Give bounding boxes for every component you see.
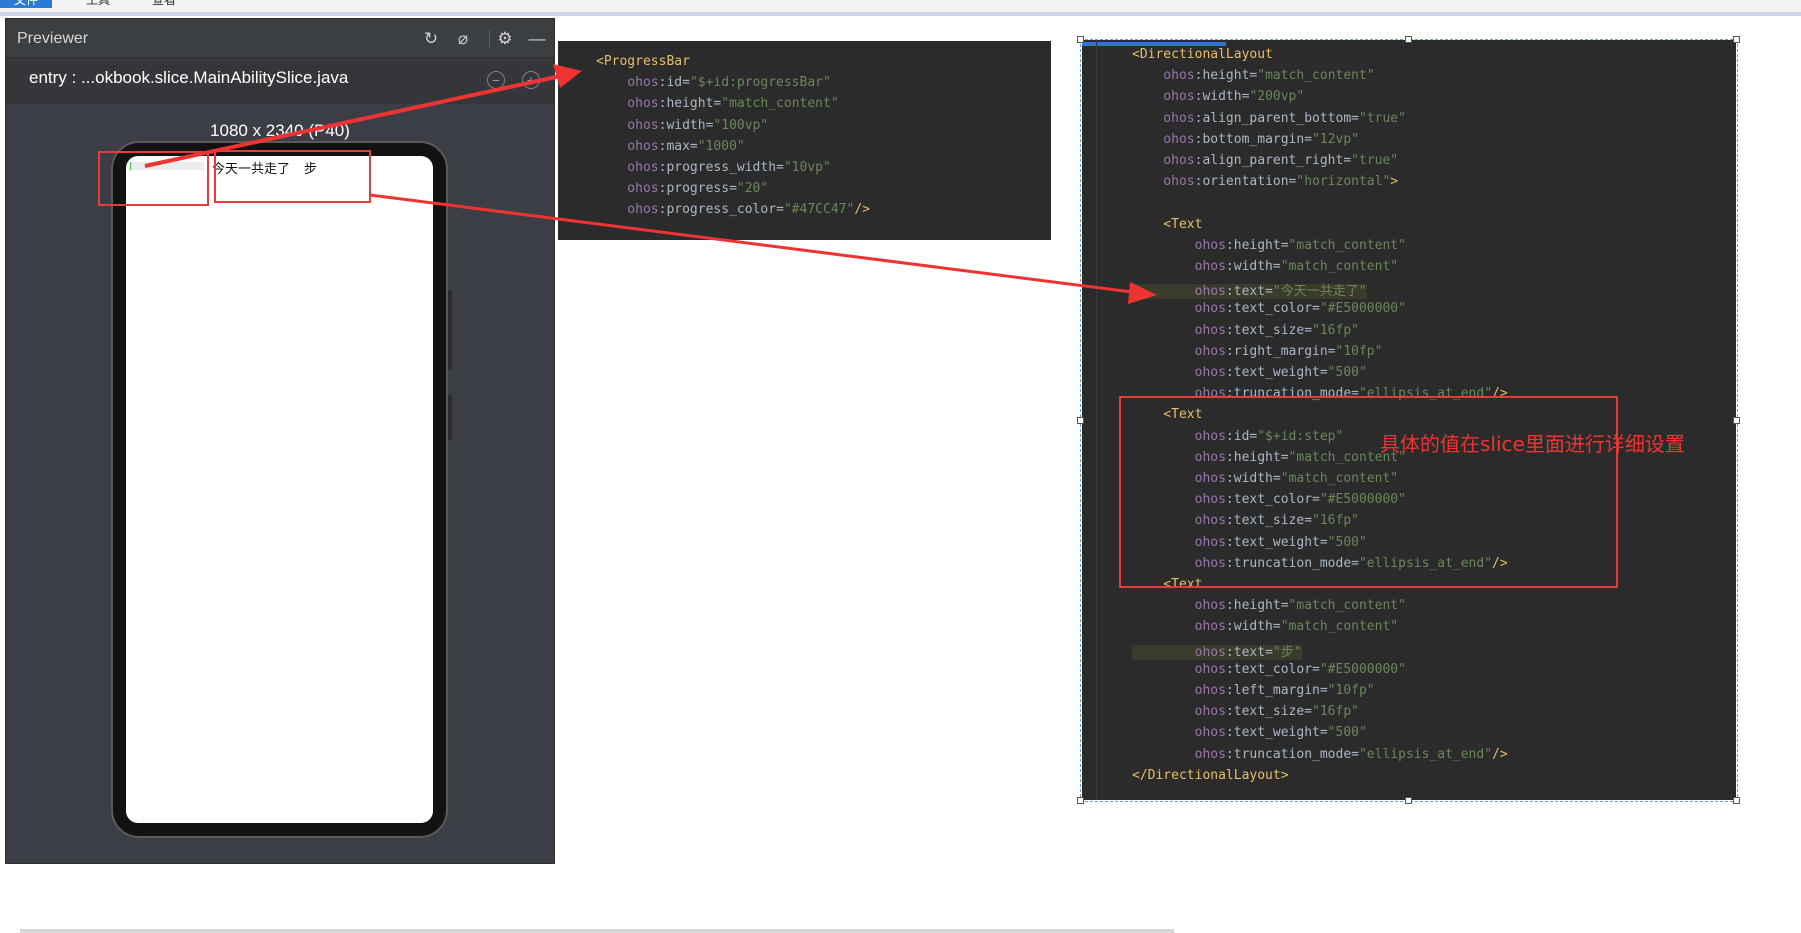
arrow-head-1: [553, 64, 582, 88]
arrow-head-2: [1128, 282, 1157, 304]
horizontal-scrollbar[interactable]: [20, 929, 1174, 933]
annotation-arrows: [144, 64, 1157, 304]
arrow-to-progressbar-code: [144, 72, 571, 168]
arrow-to-text-code: [369, 193, 1141, 295]
